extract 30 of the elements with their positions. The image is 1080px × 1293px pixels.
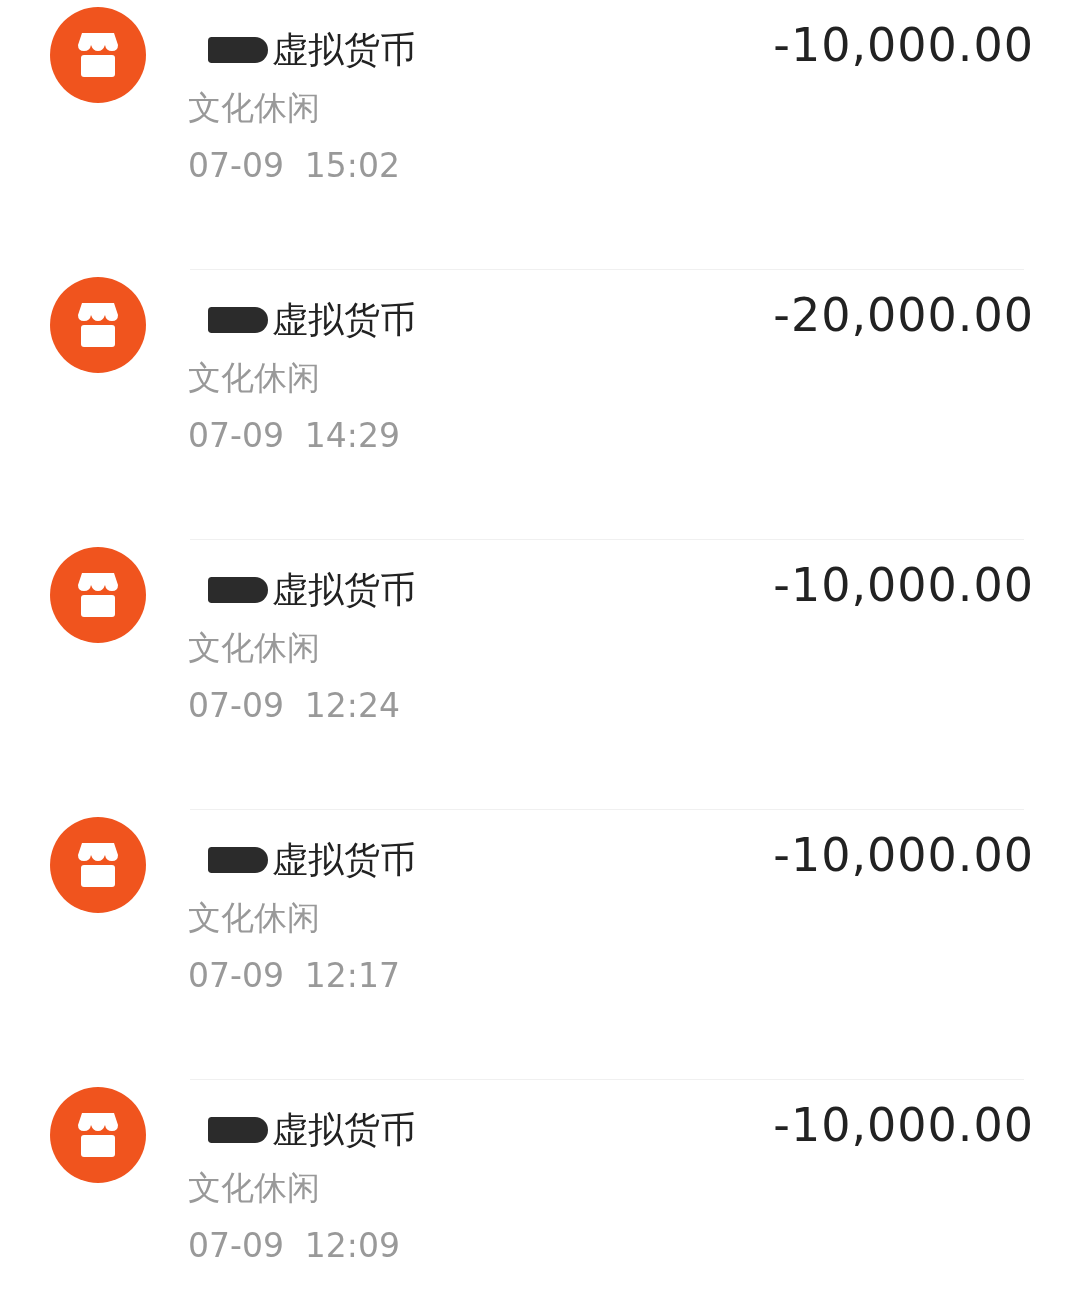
transaction-time: 07-09 14:29 xyxy=(188,416,401,457)
merchant-name: 虚拟货币 xyxy=(272,297,416,342)
transaction-amount: -10,000.00 xyxy=(773,827,1034,884)
merchant-name: 虚拟货币 xyxy=(272,27,416,72)
category-label: 文化休闲 xyxy=(188,627,321,669)
redaction-mark xyxy=(208,37,268,63)
category-label: 文化休闲 xyxy=(188,357,321,399)
store-icon xyxy=(50,547,146,643)
transaction-amount: -10,000.00 xyxy=(773,17,1034,74)
transaction-amount: -10,000.00 xyxy=(773,1097,1034,1154)
category-label: 文化休闲 xyxy=(188,897,321,939)
merchant-name: 虚拟货币 xyxy=(272,837,416,882)
merchant-name: 虚拟货币 xyxy=(272,567,416,612)
transaction-time: 07-09 12:09 xyxy=(188,1226,401,1267)
redaction-mark xyxy=(208,847,268,873)
transaction-time: 07-09 12:24 xyxy=(188,686,401,727)
merchant-name: 虚拟货币 xyxy=(272,1107,416,1152)
transaction-time: 07-09 15:02 xyxy=(188,146,401,187)
category-label: 文化休闲 xyxy=(188,1167,321,1209)
category-label: 文化休闲 xyxy=(188,87,321,129)
redaction-mark xyxy=(208,577,268,603)
store-icon xyxy=(50,7,146,103)
store-icon xyxy=(50,817,146,913)
store-icon xyxy=(50,277,146,373)
transaction-amount: -10,000.00 xyxy=(773,557,1034,614)
redaction-mark xyxy=(208,1117,268,1143)
transaction-amount: -20,000.00 xyxy=(773,287,1034,344)
store-icon xyxy=(50,1087,146,1183)
transaction-time: 07-09 12:17 xyxy=(188,956,401,997)
redaction-mark xyxy=(208,307,268,333)
